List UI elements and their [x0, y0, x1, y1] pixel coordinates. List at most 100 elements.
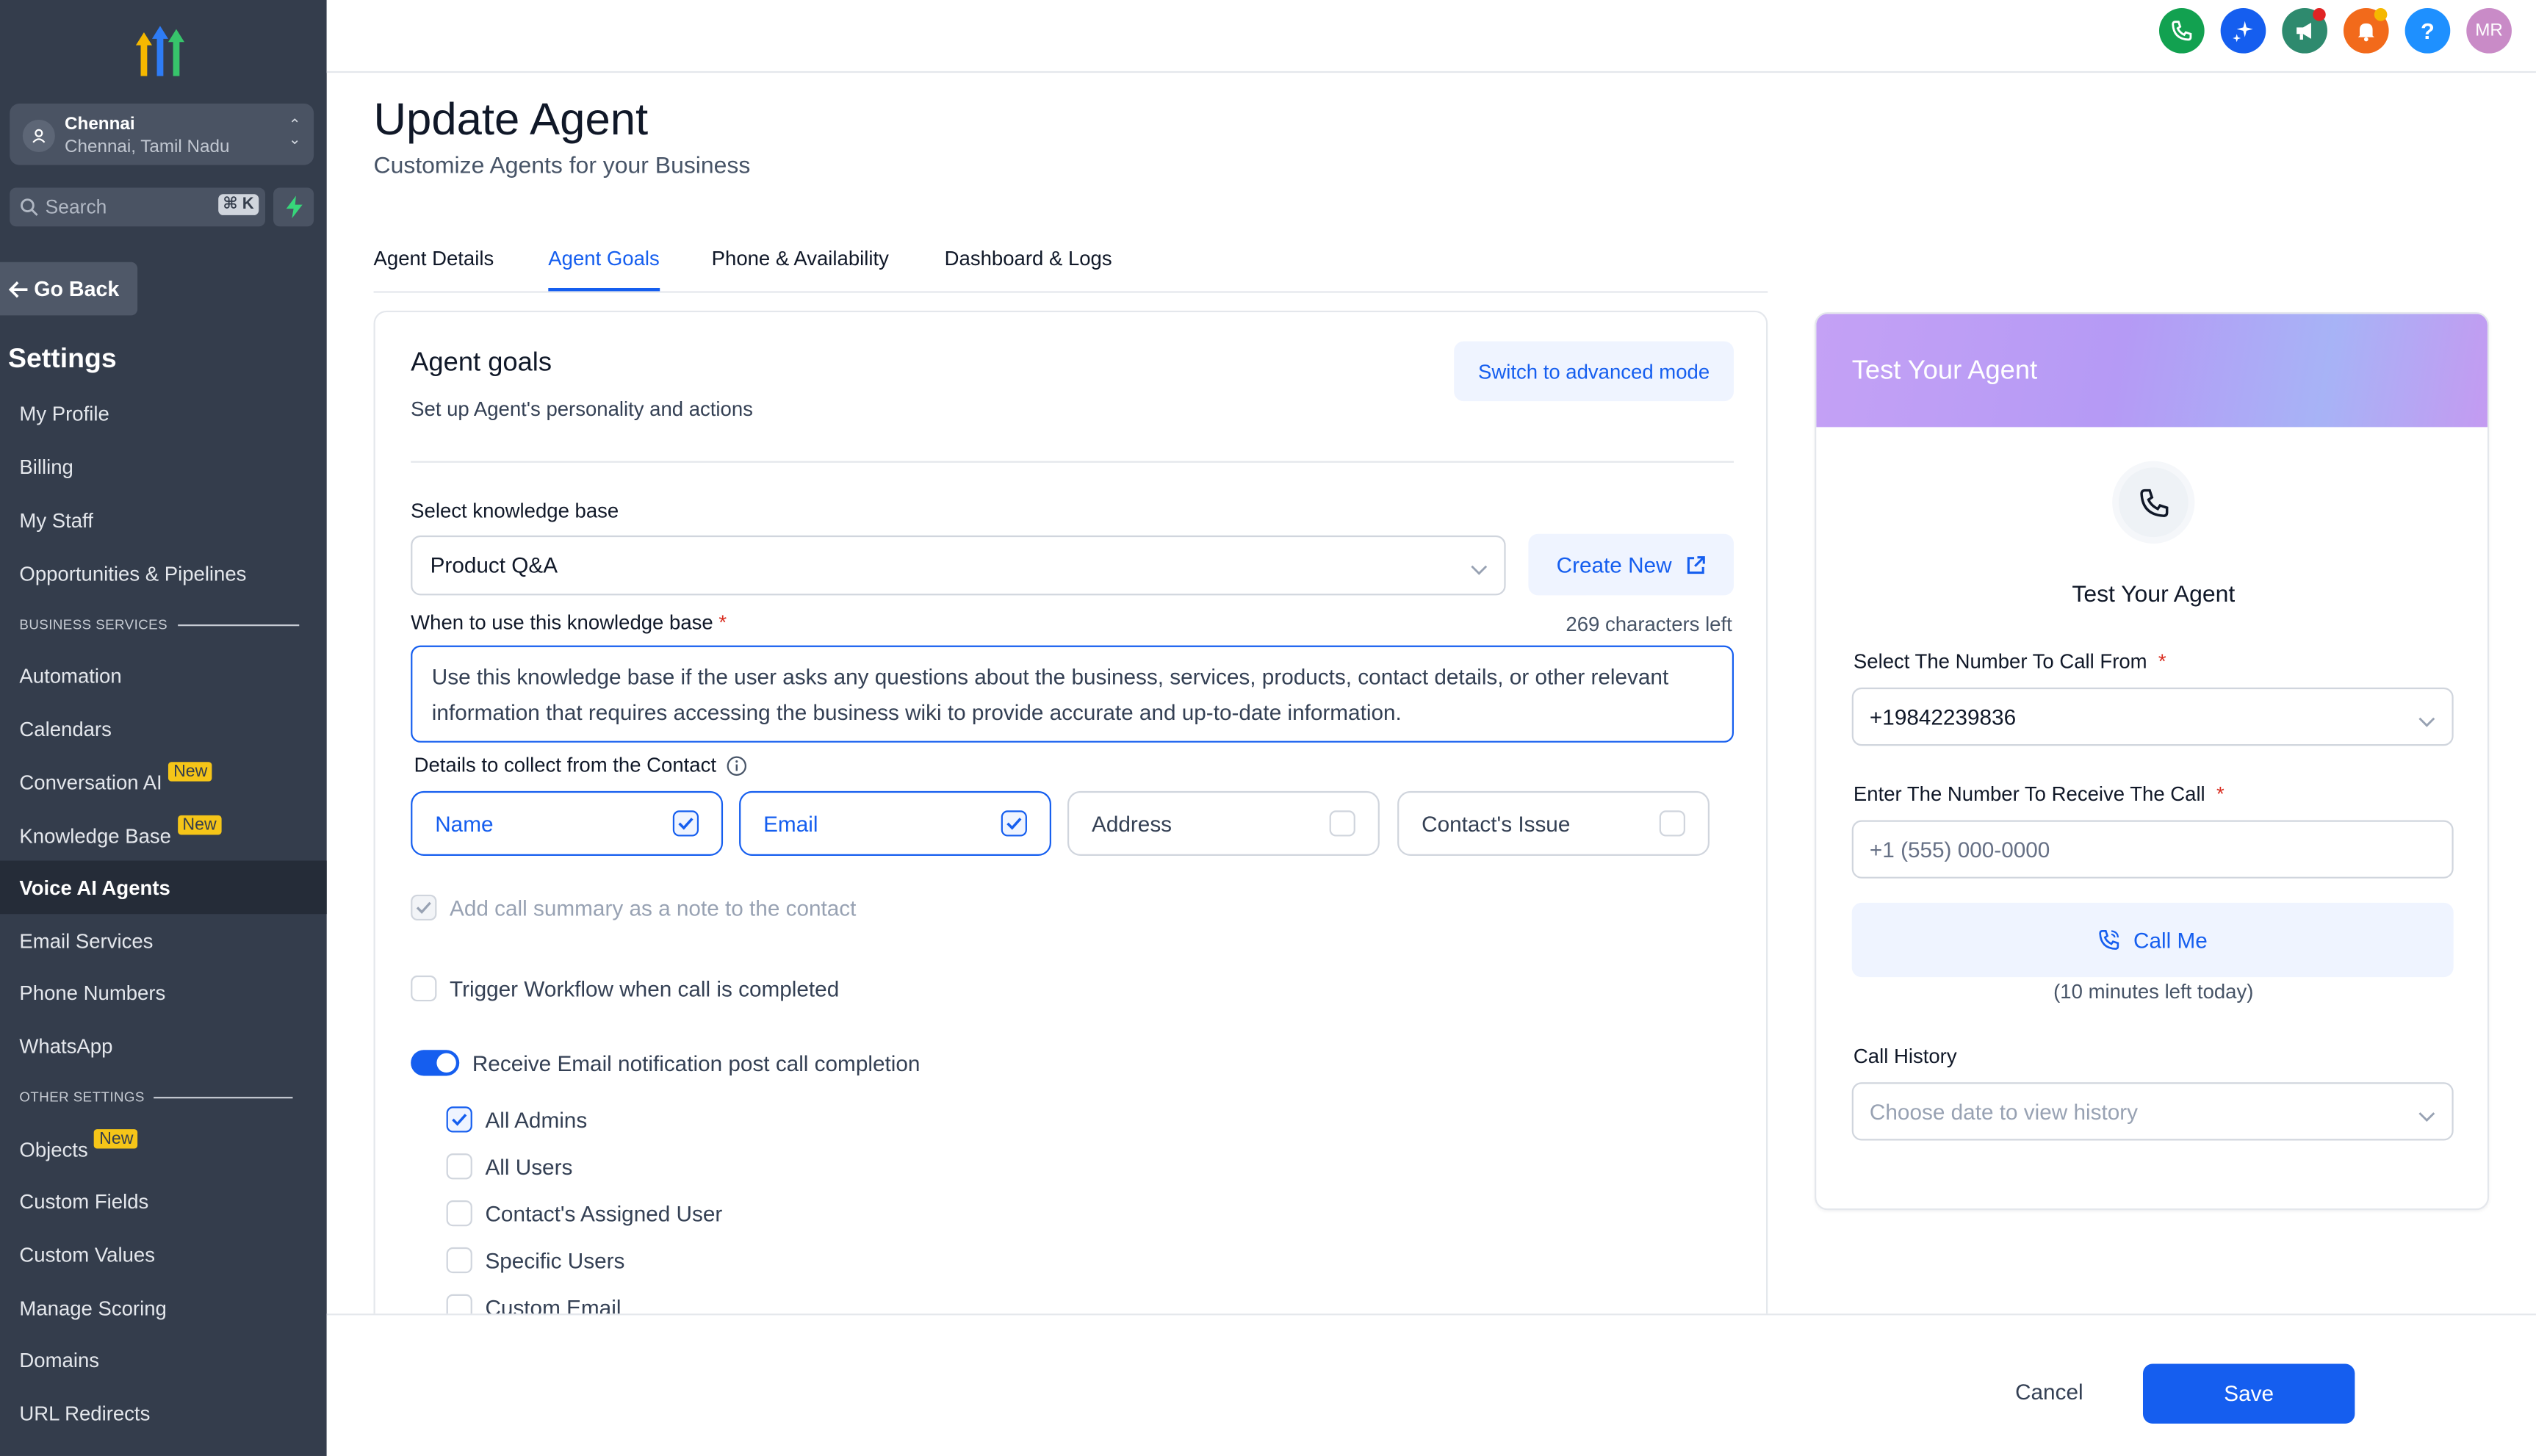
receive-call-input[interactable]: +1 (555) 000-0000: [1851, 820, 2454, 879]
tab-phone-availability[interactable]: Phone & Availability: [712, 248, 889, 288]
details-label-text: Details to collect from the Contact: [414, 754, 717, 777]
checkbox-checked-icon[interactable]: [1001, 810, 1027, 837]
sidebar-item-label: WhatsApp: [19, 1034, 113, 1058]
section-label: BUSINESS SERVICES: [19, 616, 168, 633]
call-history-label: Call History: [1853, 1045, 1957, 1068]
switch-advanced-mode-button[interactable]: Switch to advanced mode: [1454, 341, 1735, 402]
sparkle-icon[interactable]: [2220, 8, 2266, 54]
sidebar-item-custom-fields[interactable]: Custom Fields: [0, 1175, 327, 1228]
test-agent-title: Test Your Agent: [2072, 582, 2236, 609]
checkbox-checked-icon[interactable]: [446, 1106, 472, 1133]
sidebar-item-manage-scoring[interactable]: Manage Scoring: [0, 1281, 327, 1335]
recipient-assigned-user[interactable]: Contact's Assigned User: [446, 1200, 722, 1227]
sidebar-item-domains[interactable]: Domains: [0, 1333, 327, 1387]
create-new-button[interactable]: Create New: [1528, 533, 1735, 596]
sidebar-item-label: Custom Values: [19, 1243, 156, 1266]
user-avatar[interactable]: MR: [2466, 8, 2512, 54]
recipient-all-users[interactable]: All Users: [446, 1153, 572, 1180]
cancel-button[interactable]: Cancel: [2015, 1380, 2083, 1404]
sidebar-item-phone-numbers[interactable]: Phone Numbers: [0, 966, 327, 1020]
sidebar-item-label: Phone Numbers: [19, 981, 166, 1004]
call-me-label: Call Me: [2133, 927, 2208, 952]
chip-label: Contact's Issue: [1422, 811, 1571, 836]
chip-contacts-issue[interactable]: Contact's Issue: [1397, 790, 1710, 856]
call-from-label: Select The Number To Call From *: [1854, 650, 2166, 673]
help-icon[interactable]: ?: [2404, 8, 2451, 54]
bell-icon[interactable]: [2343, 8, 2389, 54]
email-notification-option[interactable]: Receive Email notification post call com…: [411, 1050, 920, 1076]
knowledge-base-select[interactable]: Product Q&A: [411, 535, 1506, 596]
app-logo[interactable]: [129, 23, 194, 81]
sidebar-item-objects[interactable]: Objects New: [0, 1122, 327, 1176]
characters-left: 269 characters left: [1566, 613, 1732, 636]
recipient-all-admins[interactable]: All Admins: [446, 1106, 587, 1133]
chip-label: Address: [1092, 811, 1172, 836]
sidebar-item-label: Knowledge Base: [19, 824, 171, 847]
tab-bar: Agent Details Agent Goals Phone & Availa…: [373, 233, 1768, 293]
sidebar-item-label: Manage Scoring: [19, 1297, 167, 1319]
new-badge: New: [177, 814, 222, 835]
notification-dot: [2374, 8, 2388, 21]
sidebar: Chennai Chennai, Tamil Nadu ⌃ ⌄ Search ⌘ …: [0, 0, 327, 1456]
sidebar-item-label: Conversation AI: [19, 771, 162, 794]
checkbox-icon[interactable]: [1329, 810, 1355, 837]
go-back-button[interactable]: Go Back: [0, 262, 138, 316]
sidebar-item-whatsapp[interactable]: WhatsApp: [0, 1019, 327, 1073]
when-to-use-label: When to use this knowledge base *: [411, 611, 727, 634]
tab-agent-goals[interactable]: Agent Goals: [548, 248, 660, 292]
call-me-button[interactable]: Call Me: [1851, 902, 2454, 978]
kb-label: Select knowledge base: [411, 500, 619, 523]
sidebar-item-calendars[interactable]: Calendars: [0, 702, 327, 756]
checkbox-checked-icon[interactable]: [672, 810, 699, 837]
checkbox-icon[interactable]: [446, 1247, 472, 1274]
new-badge: New: [168, 761, 212, 781]
sidebar-item-conversation-ai[interactable]: Conversation AI New: [0, 755, 327, 809]
chip-email[interactable]: Email: [739, 790, 1051, 856]
tab-dashboard-logs[interactable]: Dashboard & Logs: [945, 248, 1112, 288]
search-icon: [19, 195, 38, 225]
card-title: Agent goals: [411, 347, 552, 378]
sidebar-item-my-staff[interactable]: My Staff: [0, 494, 327, 547]
sidebar-item-label: Objects: [19, 1138, 88, 1161]
call-history-select[interactable]: Choose date to view history: [1851, 1082, 2454, 1141]
email-notification-toggle[interactable]: [411, 1050, 460, 1076]
quick-actions-button[interactable]: [273, 187, 314, 227]
sidebar-item-my-profile[interactable]: My Profile: [0, 386, 327, 440]
footer-bar: Cancel Save: [326, 1313, 2536, 1456]
external-link-icon: [1687, 555, 1705, 574]
checkbox-icon[interactable]: [446, 1200, 472, 1227]
sidebar-item-url-redirects[interactable]: URL Redirects: [0, 1386, 327, 1440]
trigger-workflow-option[interactable]: Trigger Workflow when call is completed: [411, 975, 839, 1002]
search-input[interactable]: Search ⌘ K: [10, 187, 266, 227]
go-back-label: Go Back: [34, 276, 120, 301]
megaphone-icon[interactable]: [2282, 8, 2327, 54]
sidebar-item-automation[interactable]: Automation: [0, 649, 327, 702]
chip-address[interactable]: Address: [1067, 790, 1380, 856]
location-icon: [22, 119, 55, 153]
sidebar-item-custom-values[interactable]: Custom Values: [0, 1228, 327, 1281]
search-placeholder: Search: [45, 195, 107, 219]
info-icon: [727, 755, 746, 775]
checkbox-icon[interactable]: [1659, 810, 1685, 837]
settings-heading: Settings: [8, 342, 117, 374]
divider: [411, 461, 1735, 463]
sidebar-item-billing[interactable]: Billing: [0, 440, 327, 494]
call-from-select[interactable]: +19842239836: [1851, 687, 2454, 746]
sidebar-item-knowledge-base[interactable]: Knowledge Base New: [0, 809, 327, 862]
phone-icon[interactable]: [2159, 8, 2205, 54]
checkbox-disabled-icon: [411, 894, 437, 921]
tab-agent-details[interactable]: Agent Details: [374, 248, 494, 288]
notification-dot: [2313, 8, 2326, 21]
receive-call-text: Enter The Number To Receive The Call: [1853, 782, 2205, 806]
sidebar-item-voice-ai-agents[interactable]: Voice AI Agents: [0, 860, 327, 915]
sidebar-item-email-services[interactable]: Email Services: [0, 914, 327, 967]
sidebar-item-label: Custom Fields: [19, 1189, 149, 1213]
checkbox-icon[interactable]: [446, 1153, 472, 1180]
sidebar-item-opportunities[interactable]: Opportunities & Pipelines: [0, 547, 327, 600]
save-button[interactable]: Save: [2142, 1363, 2355, 1424]
recipient-specific-users[interactable]: Specific Users: [446, 1247, 624, 1274]
when-to-use-textarea[interactable]: Use this knowledge base if the user asks…: [411, 645, 1735, 743]
chip-name[interactable]: Name: [411, 790, 724, 856]
location-switcher[interactable]: Chennai Chennai, Tamil Nadu ⌃ ⌄: [10, 103, 314, 165]
checkbox-icon[interactable]: [411, 975, 437, 1002]
